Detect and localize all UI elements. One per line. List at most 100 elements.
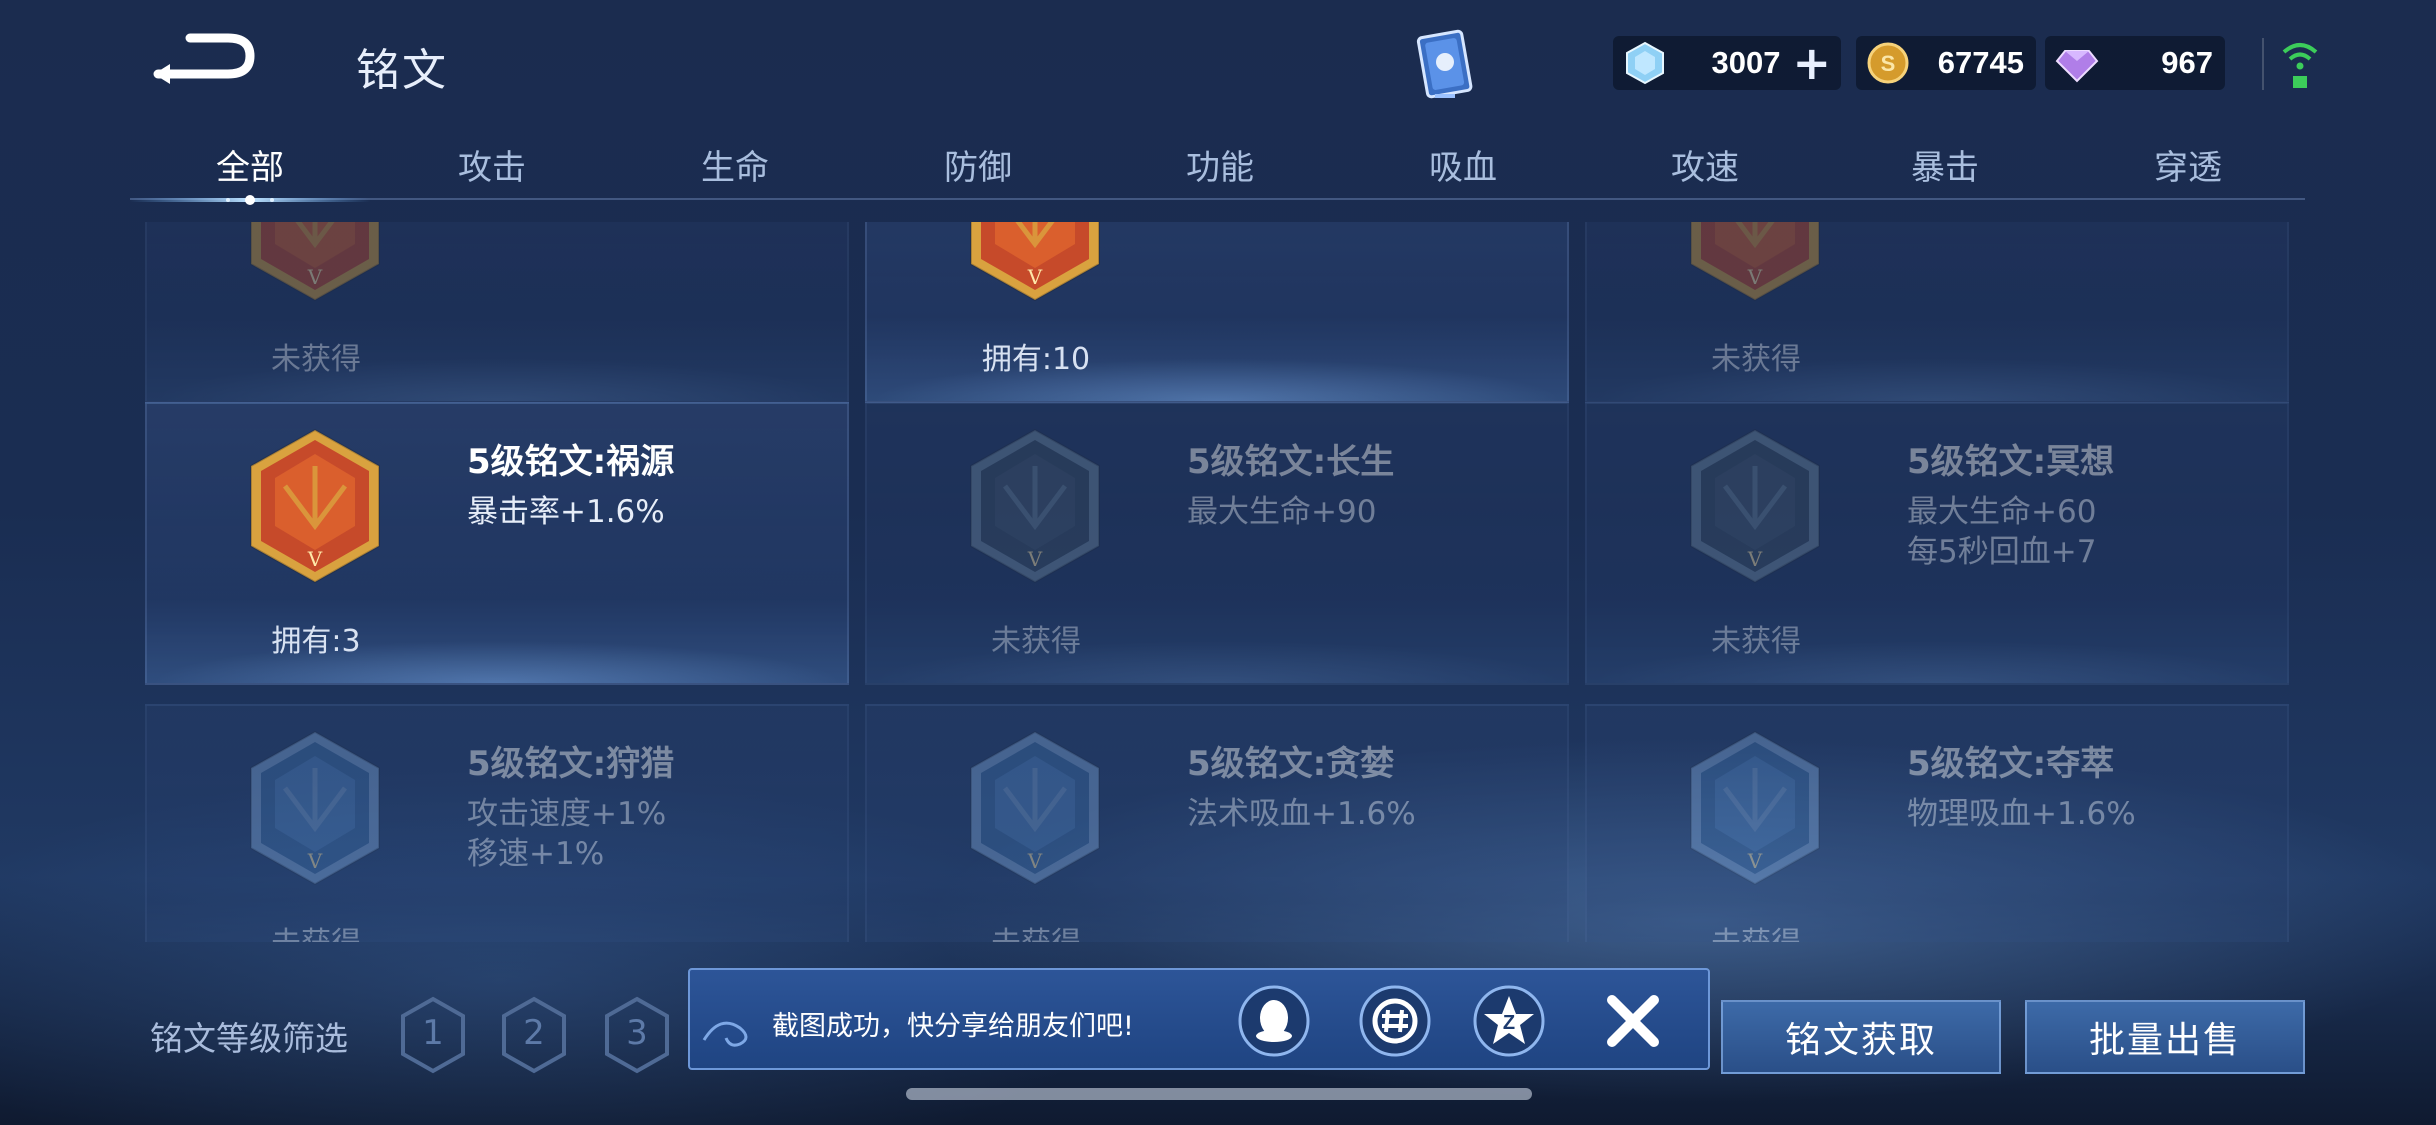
inscription-card[interactable]: V 最大生命+33.7物理防御+2.3未获得 bbox=[145, 222, 849, 403]
svg-text:V: V bbox=[307, 547, 323, 571]
tab-attack[interactable]: 攻击 bbox=[458, 140, 526, 189]
inscription-card[interactable]: V 5级铭文:冥想最大生命+60 每5秒回血+7 未获得 bbox=[1585, 402, 2289, 685]
back-button[interactable] bbox=[150, 30, 260, 86]
inscription-emblem-icon: V bbox=[250, 730, 380, 886]
level-filter-2-label: 2 bbox=[523, 1013, 545, 1053]
inscription-card[interactable]: V 5级铭文:夺萃物理吸血+1.6% 未获得 bbox=[1585, 704, 2289, 942]
inscription-card[interactable]: V 攻击速度+0.6%未获得 bbox=[1585, 222, 2289, 403]
inscription-emblem-icon: V bbox=[970, 222, 1100, 302]
inscription-stat: 每5秒回血+7 bbox=[1907, 534, 2097, 570]
crystal-counter: 3007 + bbox=[1613, 36, 1841, 90]
back-arrow-icon bbox=[153, 33, 255, 84]
wechat-moments-share-icon bbox=[1359, 985, 1431, 1057]
tab-underline bbox=[130, 198, 2305, 200]
level-filter-1[interactable]: 1 bbox=[397, 995, 469, 1075]
inscription-emblem-icon: V bbox=[1690, 428, 1820, 584]
ownership-label: 未获得 bbox=[1587, 918, 1925, 942]
gem-counter: 967 bbox=[2045, 36, 2225, 90]
inscription-name: 5级铭文:贪婪 bbox=[1187, 744, 1395, 784]
gold-counter: S 67745 bbox=[1856, 36, 2036, 90]
svg-text:V: V bbox=[1747, 265, 1763, 289]
inscription-card[interactable]: V 5级铭文:祸源 暴击率+1.6% 拥有:3 bbox=[145, 402, 849, 685]
qzone-share-icon: Z bbox=[1473, 985, 1545, 1057]
tab-health[interactable]: 生命 bbox=[701, 140, 769, 189]
toast-close-button[interactable] bbox=[1598, 986, 1668, 1056]
page-title: 铭文 bbox=[356, 45, 448, 96]
level-filter-2[interactable]: 2 bbox=[498, 995, 570, 1075]
svg-text:V: V bbox=[307, 849, 323, 873]
svg-text:V: V bbox=[307, 265, 323, 289]
level-filter-label: 铭文等级筛选 bbox=[150, 1019, 348, 1058]
add-crystal-button[interactable]: + bbox=[1792, 40, 1831, 86]
swirl-decoration-icon bbox=[702, 1021, 748, 1047]
inscription-stat: 最大生命+60 bbox=[1907, 494, 2097, 530]
gold-value: 67745 bbox=[1937, 45, 2024, 80]
tab-attack-speed[interactable]: 攻速 bbox=[1671, 140, 1739, 189]
inscription-stat: 法术吸血+1.6% bbox=[1187, 796, 1416, 832]
inscription-emblem-icon: V bbox=[970, 730, 1100, 886]
svg-text:V: V bbox=[1027, 265, 1043, 289]
active-tab-indicator bbox=[130, 195, 370, 205]
svg-text:V: V bbox=[1027, 849, 1043, 873]
tab-defense[interactable]: 防御 bbox=[944, 140, 1012, 189]
level-filter-3[interactable]: 3 bbox=[601, 995, 673, 1075]
inscription-name: 5级铭文:冥想 bbox=[1907, 442, 2115, 482]
svg-text:V: V bbox=[1027, 547, 1043, 571]
bulk-sell-button[interactable]: 批量出售 bbox=[2025, 1000, 2305, 1074]
toast-message: 截图成功，快分享给朋友们吧! bbox=[772, 1011, 1134, 1042]
gold-coin-icon: S bbox=[1867, 42, 1909, 84]
inscription-emblem-icon: V bbox=[250, 428, 380, 584]
inscription-emblem-icon: V bbox=[250, 222, 380, 302]
inscription-stat: 最大生命+90 bbox=[1187, 494, 1377, 530]
top-bar: 铭文 3007 + S 67745 967 bbox=[0, 0, 2436, 130]
tab-lifesteal[interactable]: 吸血 bbox=[1429, 140, 1497, 189]
ownership-label: 未获得 bbox=[1711, 342, 1801, 377]
ownership-label: 拥有:10 bbox=[981, 342, 1091, 377]
inscription-emblem-icon: V bbox=[970, 428, 1100, 584]
svg-text:Z: Z bbox=[1503, 1012, 1515, 1034]
gem-value: 967 bbox=[2161, 45, 2213, 80]
home-indicator[interactable] bbox=[906, 1088, 1532, 1100]
qq-share-button[interactable] bbox=[1237, 984, 1311, 1058]
share-toast: 截图成功，快分享给朋友们吧! Z bbox=[688, 968, 1710, 1070]
qzone-share-button[interactable]: Z bbox=[1472, 984, 1546, 1058]
inscription-name: 5级铭文:长生 bbox=[1187, 442, 1395, 482]
svg-text:V: V bbox=[1747, 547, 1763, 571]
inscription-grid: V 最大生命+33.7物理防御+2.3未获得 V 法术穿透+2.4拥有:10 V… bbox=[145, 222, 2290, 942]
wifi-signal-icon bbox=[2282, 43, 2318, 88]
tab-penetration[interactable]: 穿透 bbox=[2154, 140, 2222, 189]
ownership-label: 未获得 bbox=[147, 918, 485, 942]
tab-crit[interactable]: 暴击 bbox=[1911, 140, 1979, 189]
tab-all[interactable]: 全部 bbox=[216, 140, 284, 189]
inscription-card[interactable]: V 5级铭文:狩猎攻击速度+1% 移速+1% 未获得 bbox=[145, 704, 849, 942]
inscription-card[interactable]: V 5级铭文:长生最大生命+90 未获得 bbox=[865, 402, 1569, 685]
ownership-label: 未获得 bbox=[991, 624, 1081, 659]
ownership-label: 未获得 bbox=[1711, 624, 1801, 659]
inscription-stat: 移速+1% bbox=[467, 836, 605, 872]
inscription-stat: 攻击速度+1% bbox=[467, 796, 667, 832]
inscription-name: 5级铭文:夺萃 bbox=[1907, 744, 2115, 784]
inscription-card[interactable]: V 5级铭文:贪婪法术吸血+1.6% 未获得 bbox=[865, 704, 1569, 942]
tab-utility[interactable]: 功能 bbox=[1186, 140, 1254, 189]
ownership-label: 拥有:3 bbox=[271, 624, 361, 659]
inscription-book-icon[interactable] bbox=[1405, 26, 1485, 106]
crystal-value: 3007 bbox=[1711, 45, 1781, 80]
purple-gem-icon bbox=[2055, 50, 2099, 83]
svg-text:V: V bbox=[1747, 849, 1763, 873]
inscription-name: 5级铭文:祸源 bbox=[467, 442, 675, 482]
inscription-emblem-icon: V bbox=[1690, 222, 1820, 302]
ownership-label: 未获得 bbox=[271, 342, 361, 377]
divider bbox=[2262, 38, 2264, 90]
category-tabs: 全部 攻击 生命 防御 功能 吸血 攻速 暴击 穿透 bbox=[130, 130, 2305, 204]
level-filter-1-label: 1 bbox=[422, 1013, 444, 1053]
inscription-name: 5级铭文:狩猎 bbox=[467, 744, 675, 784]
inscription-emblem-icon: V bbox=[1690, 730, 1820, 886]
qq-share-icon bbox=[1238, 985, 1310, 1057]
close-icon bbox=[1607, 995, 1659, 1047]
svg-text:S: S bbox=[1881, 51, 1896, 76]
ownership-label: 未获得 bbox=[867, 918, 1205, 942]
blue-crystal-icon bbox=[1626, 41, 1664, 85]
wechat-moments-share-button[interactable] bbox=[1358, 984, 1432, 1058]
inscription-card[interactable]: V 法术穿透+2.4拥有:10 bbox=[865, 222, 1569, 403]
acquire-inscription-button[interactable]: 铭文获取 bbox=[1721, 1000, 2001, 1074]
